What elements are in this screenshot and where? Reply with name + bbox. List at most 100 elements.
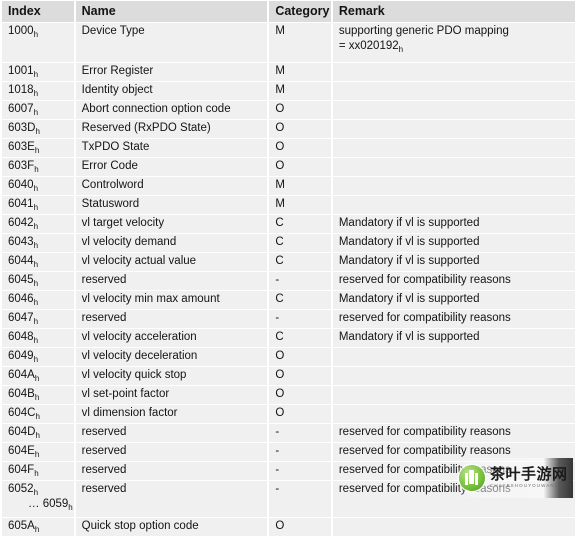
cell-name: vl velocity actual value — [75, 253, 268, 271]
index-hex-suffix: h — [34, 374, 40, 383]
table-row: 6044h vl velocity actual value C Mandatory … — [2, 253, 575, 271]
cell-remark: Mandatory if vl is supported — [332, 291, 575, 309]
index-value: 604E — [8, 445, 35, 457]
cell-index: 603Dh — [2, 120, 74, 138]
cell-category: - — [269, 481, 331, 517]
index-hex-suffix: h — [33, 317, 39, 326]
cell-name: Device Type — [75, 23, 268, 62]
remark-line-2-value: = xx020192 — [338, 40, 399, 52]
cell-name: Identity object — [75, 82, 268, 100]
index-hex-suffix: h — [35, 127, 40, 136]
table-row: 603Fh Error Code O — [2, 158, 575, 176]
cell-name: vl target velocity — [75, 215, 268, 233]
cell-name: vl velocity deceleration — [75, 348, 268, 366]
index-value: 603F — [8, 160, 35, 172]
cell-remark — [332, 177, 575, 195]
index-value: 1000 — [8, 25, 34, 37]
index-value: 604B — [8, 388, 35, 400]
index-hex-suffix: h — [33, 260, 39, 269]
index-hex-suffix: h — [33, 241, 39, 250]
table-row: 6041h Statusword M — [2, 196, 575, 214]
table-row: 6043h vl velocity demand C Mandatory if vl … — [2, 234, 575, 252]
table-row: 1018h Identity object M — [2, 82, 575, 100]
table-row: 6046h vl velocity min max amount C Mandator… — [2, 291, 575, 309]
cell-category: C — [269, 253, 331, 271]
cell-remark: supporting generic PDO mapping = xx020192… — [332, 23, 575, 62]
cell-name: Quick stop option code — [75, 518, 268, 536]
index-hex-suffix: h — [35, 412, 40, 421]
remark-line: Mandatory if vl is supported — [338, 236, 480, 248]
index-value: 603E — [8, 141, 35, 153]
table-row: 6052h… 6059h reserved - reserved for compat… — [2, 481, 575, 517]
cell-name: Error Register — [75, 63, 268, 81]
cell-category: - — [269, 424, 331, 442]
cell-remark: Mandatory if vl is supported — [332, 234, 575, 252]
index-value: 6043 — [8, 236, 34, 248]
cell-category: C — [269, 215, 331, 233]
cell-index: 6046h — [2, 291, 74, 309]
table-row: 6049h vl velocity deceleration O — [2, 348, 575, 366]
table-header: Index Name Category Remark — [2, 1, 575, 22]
index-value: 604F — [8, 464, 35, 476]
index-hex-suffix: h — [33, 222, 39, 231]
cell-category: M — [269, 177, 331, 195]
index-value: 6046 — [8, 293, 34, 305]
cell-category: M — [269, 23, 331, 62]
index-value: 6045 — [8, 274, 34, 286]
cell-index: 604Ah — [2, 367, 74, 385]
column-header-index: Index — [2, 1, 74, 22]
cell-name: reserved — [75, 443, 268, 461]
remark-line: Mandatory if vl is supported — [338, 331, 480, 343]
table-row: 603Eh TxPDO State O — [2, 139, 575, 157]
cell-index: 6042h — [2, 215, 74, 233]
cell-remark — [332, 405, 575, 423]
cell-category: O — [269, 120, 331, 138]
cell-remark — [332, 82, 575, 100]
index-hex-suffix: h — [34, 469, 39, 478]
index-value: 6049 — [8, 350, 34, 362]
cell-name: reserved — [75, 462, 268, 480]
cell-category: O — [269, 405, 331, 423]
cell-category: O — [269, 158, 331, 176]
index-hex-suffix: h — [33, 89, 39, 98]
cell-remark — [332, 196, 575, 214]
cell-category: O — [269, 367, 331, 385]
cell-remark: reserved for compatibility reasons — [332, 481, 575, 517]
cell-index: 604Fh — [2, 462, 74, 480]
index-hex-suffix: h — [34, 146, 40, 155]
cell-remark: reserved for compatibility reasons — [332, 443, 575, 461]
cell-index: 603Eh — [2, 139, 74, 157]
cell-remark — [332, 101, 575, 119]
cell-name: Abort connection option code — [75, 101, 268, 119]
table-row: 604Ch vl dimension factor O — [2, 405, 575, 423]
cell-remark — [332, 158, 575, 176]
remark-line: Mandatory if vl is supported — [338, 217, 480, 229]
index-value: 6007 — [8, 103, 34, 115]
cell-name: vl velocity min max amount — [75, 291, 268, 309]
index-hex-suffix: h — [33, 203, 39, 212]
cell-category: - — [269, 272, 331, 290]
cell-category: - — [269, 462, 331, 480]
index-hex-suffix: h — [35, 431, 40, 440]
index-hex-suffix: h — [33, 355, 39, 364]
cell-category: O — [269, 518, 331, 536]
index-value: 603D — [8, 122, 36, 134]
cell-remark — [332, 139, 575, 157]
cell-index: 604Bh — [2, 386, 74, 404]
cell-category: C — [269, 329, 331, 347]
cell-name: vl velocity demand — [75, 234, 268, 252]
table-body: 1000h Device Type Msupporting generic PDO … — [2, 23, 575, 536]
cell-index: 1018h — [2, 82, 74, 100]
cell-index: 1000h — [2, 23, 74, 62]
cell-remark: reserved for compatibility reasons — [332, 310, 575, 328]
index-hex-suffix: h — [33, 184, 39, 193]
cell-category: C — [269, 234, 331, 252]
index-hex-suffix: h — [33, 108, 39, 117]
column-header-category: Category — [269, 1, 331, 22]
index-range-continuation: … 6059h — [8, 497, 73, 512]
remark-hex-suffix: h — [398, 45, 404, 54]
cell-remark: Mandatory if vl is supported — [332, 253, 575, 271]
cell-category: O — [269, 386, 331, 404]
cell-remark — [332, 367, 575, 385]
index-hex-suffix: h — [34, 450, 40, 459]
